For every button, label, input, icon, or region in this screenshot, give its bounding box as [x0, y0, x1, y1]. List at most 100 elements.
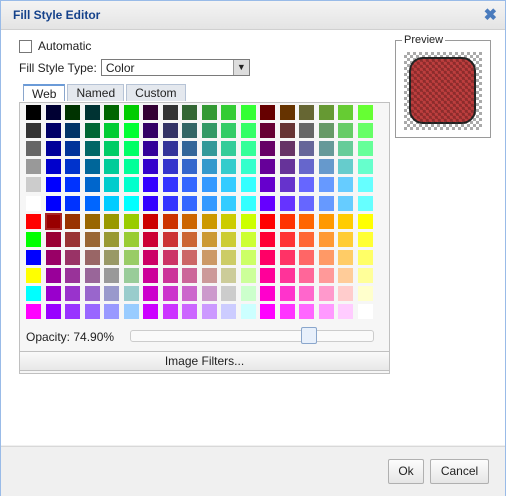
- color-swatch[interactable]: [65, 267, 80, 283]
- tab-custom[interactable]: Custom: [126, 84, 186, 101]
- color-swatch[interactable]: [318, 249, 334, 265]
- color-swatch[interactable]: [338, 123, 353, 139]
- chevron-down-icon[interactable]: ▼: [232, 60, 249, 75]
- color-swatch[interactable]: [299, 177, 314, 193]
- color-swatch[interactable]: [84, 159, 100, 175]
- color-swatch[interactable]: [338, 249, 353, 265]
- color-swatch[interactable]: [338, 195, 353, 211]
- color-swatch[interactable]: [201, 105, 217, 120]
- color-swatch[interactable]: [44, 212, 62, 230]
- color-swatch[interactable]: [240, 177, 256, 193]
- color-swatch[interactable]: [104, 123, 119, 139]
- color-swatch[interactable]: [260, 249, 275, 265]
- color-swatch[interactable]: [143, 249, 158, 265]
- color-swatch[interactable]: [318, 195, 334, 211]
- color-swatch[interactable]: [104, 105, 119, 120]
- color-swatch[interactable]: [201, 177, 217, 193]
- color-swatch[interactable]: [357, 249, 373, 265]
- color-swatch[interactable]: [279, 304, 295, 320]
- color-swatch[interactable]: [221, 105, 236, 120]
- color-swatch[interactable]: [260, 286, 275, 301]
- color-swatch[interactable]: [84, 177, 100, 193]
- color-swatch[interactable]: [65, 195, 80, 211]
- color-swatch[interactable]: [221, 123, 236, 139]
- color-swatch[interactable]: [104, 231, 119, 247]
- color-swatch[interactable]: [45, 141, 61, 157]
- color-swatch[interactable]: [299, 141, 314, 157]
- color-swatch[interactable]: [104, 267, 119, 283]
- color-swatch[interactable]: [182, 123, 197, 139]
- color-swatch[interactable]: [65, 304, 80, 320]
- color-swatch[interactable]: [45, 249, 61, 265]
- color-swatch[interactable]: [299, 231, 314, 247]
- color-swatch[interactable]: [240, 286, 256, 301]
- color-swatch[interactable]: [182, 177, 197, 193]
- color-swatch[interactable]: [162, 123, 178, 139]
- color-swatch[interactable]: [260, 231, 275, 247]
- color-swatch[interactable]: [201, 195, 217, 211]
- color-swatch[interactable]: [221, 177, 236, 193]
- color-swatch[interactable]: [104, 304, 119, 320]
- color-swatch[interactable]: [279, 249, 295, 265]
- color-swatch[interactable]: [240, 267, 256, 283]
- cancel-button[interactable]: Cancel: [430, 459, 489, 484]
- color-swatch[interactable]: [338, 177, 353, 193]
- color-swatch[interactable]: [45, 195, 61, 211]
- color-swatch[interactable]: [318, 304, 334, 320]
- color-swatch[interactable]: [260, 123, 275, 139]
- color-swatch[interactable]: [104, 286, 119, 301]
- color-swatch[interactable]: [221, 286, 236, 301]
- color-swatch[interactable]: [182, 213, 197, 229]
- color-swatch[interactable]: [279, 159, 295, 175]
- color-swatch[interactable]: [123, 105, 139, 120]
- color-swatch[interactable]: [357, 213, 373, 229]
- color-swatch[interactable]: [260, 213, 275, 229]
- color-swatch[interactable]: [318, 231, 334, 247]
- color-swatch[interactable]: [182, 141, 197, 157]
- color-swatch[interactable]: [357, 195, 373, 211]
- color-swatch[interactable]: [26, 123, 41, 139]
- color-swatch[interactable]: [240, 105, 256, 120]
- color-swatch[interactable]: [26, 159, 41, 175]
- color-swatch[interactable]: [45, 286, 61, 301]
- color-swatch[interactable]: [143, 141, 158, 157]
- color-swatch[interactable]: [182, 231, 197, 247]
- color-swatch[interactable]: [162, 141, 178, 157]
- color-swatch[interactable]: [26, 267, 41, 283]
- color-swatch[interactable]: [338, 213, 353, 229]
- color-swatch[interactable]: [104, 249, 119, 265]
- color-swatch[interactable]: [260, 159, 275, 175]
- color-swatch[interactable]: [221, 159, 236, 175]
- color-swatch[interactable]: [26, 105, 41, 120]
- color-swatch[interactable]: [299, 304, 314, 320]
- color-swatch[interactable]: [357, 177, 373, 193]
- color-swatch[interactable]: [143, 213, 158, 229]
- color-swatch[interactable]: [201, 304, 217, 320]
- color-swatch[interactable]: [143, 105, 158, 120]
- color-swatch[interactable]: [338, 105, 353, 120]
- automatic-row[interactable]: Automatic: [19, 39, 91, 53]
- color-swatch[interactable]: [299, 195, 314, 211]
- color-swatch[interactable]: [240, 159, 256, 175]
- color-swatch[interactable]: [123, 123, 139, 139]
- color-swatch[interactable]: [318, 286, 334, 301]
- color-swatch[interactable]: [162, 159, 178, 175]
- color-swatch[interactable]: [65, 105, 80, 120]
- color-swatch[interactable]: [221, 231, 236, 247]
- color-swatch[interactable]: [182, 105, 197, 120]
- color-swatch[interactable]: [84, 267, 100, 283]
- color-swatch[interactable]: [123, 286, 139, 301]
- color-swatch[interactable]: [123, 267, 139, 283]
- color-swatch[interactable]: [26, 249, 41, 265]
- color-swatch[interactable]: [338, 141, 353, 157]
- color-swatch[interactable]: [260, 267, 275, 283]
- color-swatch[interactable]: [299, 286, 314, 301]
- color-swatch[interactable]: [84, 249, 100, 265]
- color-swatch[interactable]: [318, 267, 334, 283]
- color-swatch[interactable]: [201, 141, 217, 157]
- color-swatch[interactable]: [26, 141, 41, 157]
- color-swatch[interactable]: [26, 177, 41, 193]
- color-swatch[interactable]: [143, 195, 158, 211]
- color-swatch[interactable]: [143, 123, 158, 139]
- color-swatch[interactable]: [162, 213, 178, 229]
